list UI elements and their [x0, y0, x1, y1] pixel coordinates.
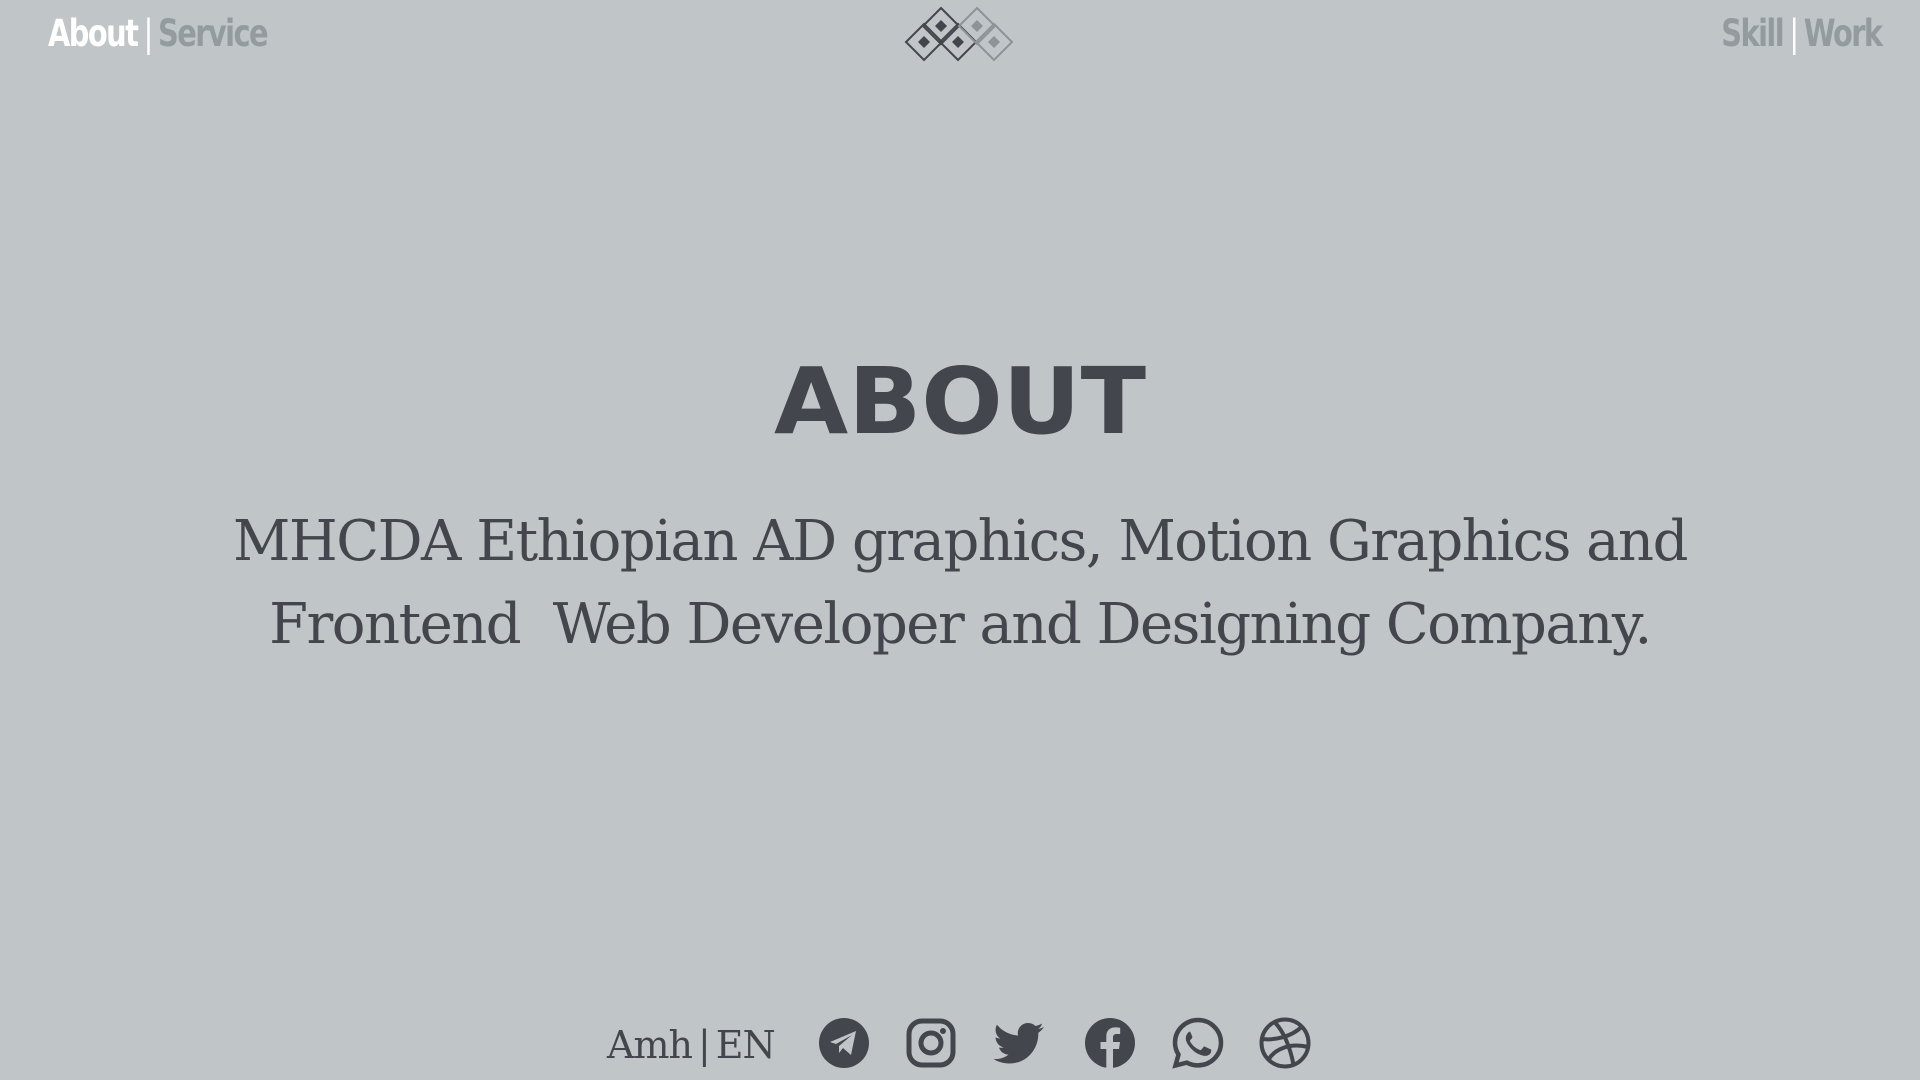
nav-separator: |: [1789, 12, 1800, 55]
company-tagline: MHCDA Ethiopian AD graphics, Motion Grap…: [160, 500, 1760, 666]
dribbble-icon[interactable]: [1258, 1016, 1312, 1070]
twitter-icon[interactable]: [992, 1016, 1046, 1070]
lang-en-option[interactable]: EN: [716, 1023, 776, 1067]
telegram-icon[interactable]: [817, 1016, 871, 1070]
whatsapp-icon[interactable]: [1171, 1016, 1225, 1070]
about-heading-text: ABOUT: [774, 360, 1146, 440]
footer: Amh | EN: [0, 1010, 1920, 1076]
nav-left: About | Service: [48, 8, 269, 60]
tagline-line-1: MHCDA Ethiopian AD graphics, Motion Grap…: [233, 509, 1688, 574]
nav-skill-link[interactable]: Skill: [1722, 8, 1785, 60]
nav-right: Skill | Work: [1722, 8, 1884, 60]
page-title: ABOUT: [0, 360, 1920, 440]
nav-about-link[interactable]: About: [48, 8, 139, 60]
nav-work-link[interactable]: Work: [1804, 8, 1883, 60]
nav-separator: |: [143, 12, 154, 55]
lang-separator: |: [697, 1023, 711, 1067]
nav-service-link[interactable]: Service: [158, 8, 269, 60]
tagline-line-2: Frontend Web Developer and Designing Com…: [269, 592, 1652, 657]
facebook-icon[interactable]: [1083, 1016, 1137, 1070]
language-switcher: Amh | EN: [607, 1020, 776, 1070]
diamond-pattern-logo[interactable]: [904, 4, 1016, 62]
lang-amh-option[interactable]: Amh: [607, 1023, 693, 1067]
about-heading: ABOUT: [774, 360, 1146, 440]
instagram-icon[interactable]: [904, 1016, 958, 1070]
